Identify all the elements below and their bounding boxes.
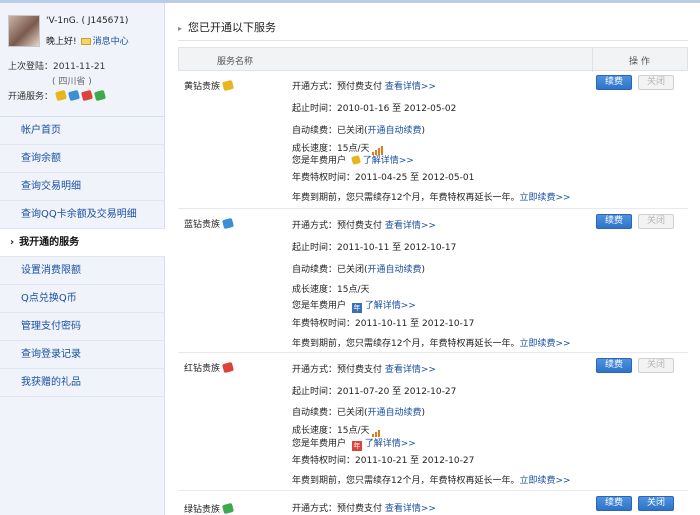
pay-method: 开通方式：预付费支付 查看详情>>	[292, 82, 436, 92]
year-user: 您是年费用户 年 了解详情>>	[292, 439, 416, 451]
page-title: 您已开通以下服务	[178, 19, 688, 41]
yellow-diamond-icon	[222, 79, 235, 92]
time-range: 起止时间：2011-07-20 至 2012-10-27	[292, 387, 457, 397]
service-name: 黄钻贵族	[184, 79, 235, 92]
close-button[interactable]: 关闭	[638, 496, 674, 511]
auto-renew: 自动续费：已关闭(开通自动续费)	[292, 408, 426, 418]
growth-speed: 成长速度：15点/天	[292, 423, 381, 437]
service-name: 蓝钻贵族	[184, 217, 235, 230]
renew-button[interactable]: 续费	[596, 358, 632, 373]
sidebar-item-spend-limit[interactable]: 设置消费限额	[0, 257, 165, 285]
region: ( 四川省 )	[52, 77, 92, 87]
year-crown-icon	[350, 155, 361, 165]
pay-method: 开通方式：预付费支付 查看详情>>	[292, 221, 436, 231]
time-range: 起止时间：2010-01-16 至 2012-05-02	[292, 104, 457, 114]
expire-note: 年费到期前，您只需续存12个月，年费特权再延长一年。立即续费>>	[292, 339, 571, 349]
column-operation: 操 作	[629, 57, 650, 67]
blue-diamond-icon	[222, 217, 235, 230]
mail-icon	[80, 38, 91, 45]
sidebar-item-balance[interactable]: 查询余额	[0, 145, 165, 173]
detail-link[interactable]: 查看详情>>	[385, 82, 436, 92]
understand-link[interactable]: 了解详情>>	[365, 301, 416, 311]
enable-auto-renew-link[interactable]: 开通自动续费	[368, 408, 422, 418]
renew-now-link[interactable]: 立即续费>>	[519, 193, 570, 203]
sidebar-item-gifts[interactable]: 我获赠的礼品	[0, 369, 165, 397]
table-row: 绿钻贵族 开通方式：预付费支付 查看详情>> 续费 关闭	[178, 491, 688, 515]
table-row: 黄钻贵族 开通方式：预付费支付 查看详情>> 起止时间：2010-01-16 至…	[178, 71, 688, 209]
year-user: 您是年费用户 了解详情>>	[292, 155, 414, 166]
close-button[interactable]: 关闭	[638, 214, 674, 229]
renew-now-link[interactable]: 立即续费>>	[519, 476, 570, 486]
avatar[interactable]	[8, 15, 40, 47]
close-button[interactable]: 关闭	[638, 358, 674, 373]
blue-diamond-icon[interactable]	[68, 89, 81, 102]
auto-renew: 自动续费：已关闭(开通自动续费)	[292, 126, 426, 136]
table-row: 蓝钻贵族 开通方式：预付费支付 查看详情>> 起止时间：2011-10-11 至…	[178, 209, 688, 353]
sidebar-item-login-records[interactable]: 查询登录记录	[0, 341, 165, 369]
yellow-diamond-icon[interactable]	[55, 89, 68, 102]
year-badge-icon: 年	[351, 303, 362, 313]
pay-method: 开通方式：预付费支付 查看详情>>	[292, 365, 436, 375]
detail-link[interactable]: 查看详情>>	[385, 221, 436, 231]
renew-button[interactable]: 续费	[596, 214, 632, 229]
sidebar-item-transactions[interactable]: 查询交易明细	[0, 173, 165, 201]
table-header: 服务名称 操 作	[178, 47, 688, 72]
user-name: 'V-1nG. ( J145671)	[46, 16, 129, 26]
service-name: 绿钻贵族	[184, 502, 235, 515]
red-diamond-icon[interactable]	[81, 89, 94, 102]
sidebar-item-exchange[interactable]: Q点兑换Q币	[0, 285, 165, 313]
year-badge-icon: 年	[351, 441, 362, 451]
column-divider	[592, 48, 593, 72]
renew-button[interactable]: 续费	[596, 496, 632, 511]
expire-note: 年费到期前，您只需续存12个月，年费特权再延长一年。立即续费>>	[292, 193, 571, 203]
green-diamond-icon[interactable]	[94, 89, 107, 102]
renew-now-link[interactable]: 立即续费>>	[519, 339, 570, 349]
time-range: 起止时间：2011-10-11 至 2012-10-17	[292, 243, 457, 253]
sidebar: 'V-1nG. ( J145671) 晚上好! 消息中心 上次登陆：2011-11…	[0, 3, 165, 515]
sidebar-item-qq-card[interactable]: 查询QQ卡余额及交易明细	[0, 201, 165, 229]
sidebar-item-pay-password[interactable]: 管理支付密码	[0, 313, 165, 341]
detail-link[interactable]: 查看详情>>	[385, 504, 436, 514]
column-service-name: 服务名称	[217, 57, 254, 67]
privilege-time: 年费特权时间：2011-04-25 至 2012-05-01	[292, 173, 475, 183]
enable-auto-renew-link[interactable]: 开通自动续费	[368, 126, 422, 136]
sidebar-nav: 帐户首页 查询余额 查询交易明细 查询QQ卡余额及交易明细 我开通的服务 设置消…	[0, 116, 165, 397]
red-diamond-icon	[222, 361, 235, 374]
pay-method: 开通方式：预付费支付 查看详情>>	[292, 504, 436, 514]
enable-auto-renew-link[interactable]: 开通自动续费	[368, 265, 422, 275]
close-button[interactable]: 关闭	[638, 75, 674, 90]
greeting-text: 晚上好!	[46, 37, 77, 47]
sidebar-item-my-services[interactable]: 我开通的服务	[0, 229, 165, 257]
service-name: 红钻贵族	[184, 361, 235, 374]
table-row: 红钻贵族 开通方式：预付费支付 查看详情>> 起止时间：2011-07-20 至…	[178, 353, 688, 491]
sidebar-item-account-home[interactable]: 帐户首页	[0, 117, 165, 145]
year-user: 您是年费用户 年 了解详情>>	[292, 301, 416, 313]
detail-link[interactable]: 查看详情>>	[385, 365, 436, 375]
services-label: 开通服务：	[8, 92, 54, 102]
privilege-time: 年费特权时间：2011-10-11 至 2012-10-17	[292, 319, 475, 329]
open-services: 开通服务：	[8, 89, 107, 102]
renew-button[interactable]: 续费	[596, 75, 632, 90]
understand-link[interactable]: 了解详情>>	[363, 156, 414, 166]
last-login: 上次登陆：2011-11-21	[8, 62, 106, 72]
growth-speed: 成长速度：15点/天	[292, 285, 370, 295]
message-center-link[interactable]: 消息中心	[93, 37, 129, 47]
expire-note: 年费到期前，您只需续存12个月，年费特权再延长一年。立即续费>>	[292, 476, 571, 486]
understand-link[interactable]: 了解详情>>	[365, 439, 416, 449]
privilege-time: 年费特权时间：2011-10-21 至 2012-10-27	[292, 456, 475, 466]
auto-renew: 自动续费：已关闭(开通自动续费)	[292, 265, 426, 275]
greeting-line: 晚上好! 消息中心	[46, 34, 129, 47]
green-diamond-icon	[222, 502, 235, 515]
